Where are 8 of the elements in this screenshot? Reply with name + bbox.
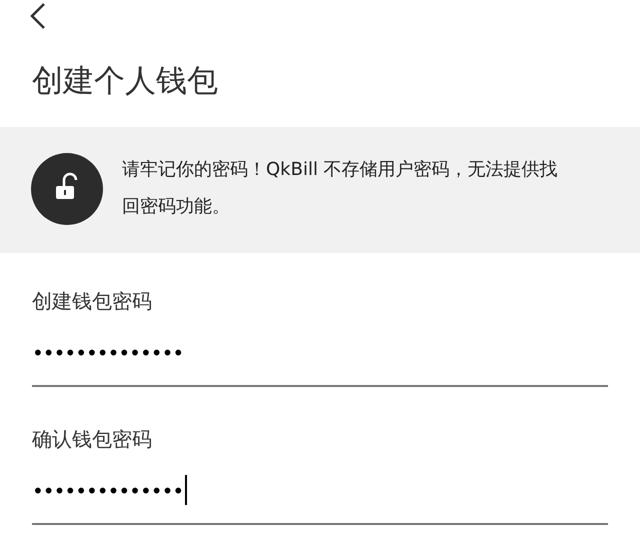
password-field[interactable]: •••••••••••••• (32, 471, 608, 525)
page-title: 创建个人钱包 (31, 62, 219, 101)
field-label: 确认钱包密码 (32, 426, 152, 453)
back-icon[interactable] (28, 2, 48, 30)
notice-text: 请牢记你的密码！QkBill 不存储用户密码，无法提供找回密码功能。 (122, 158, 559, 219)
unlocked-lock-icon (31, 153, 103, 225)
field-label: 创建钱包密码 (32, 288, 152, 315)
password-field[interactable]: •••••••••••••• (32, 333, 608, 387)
